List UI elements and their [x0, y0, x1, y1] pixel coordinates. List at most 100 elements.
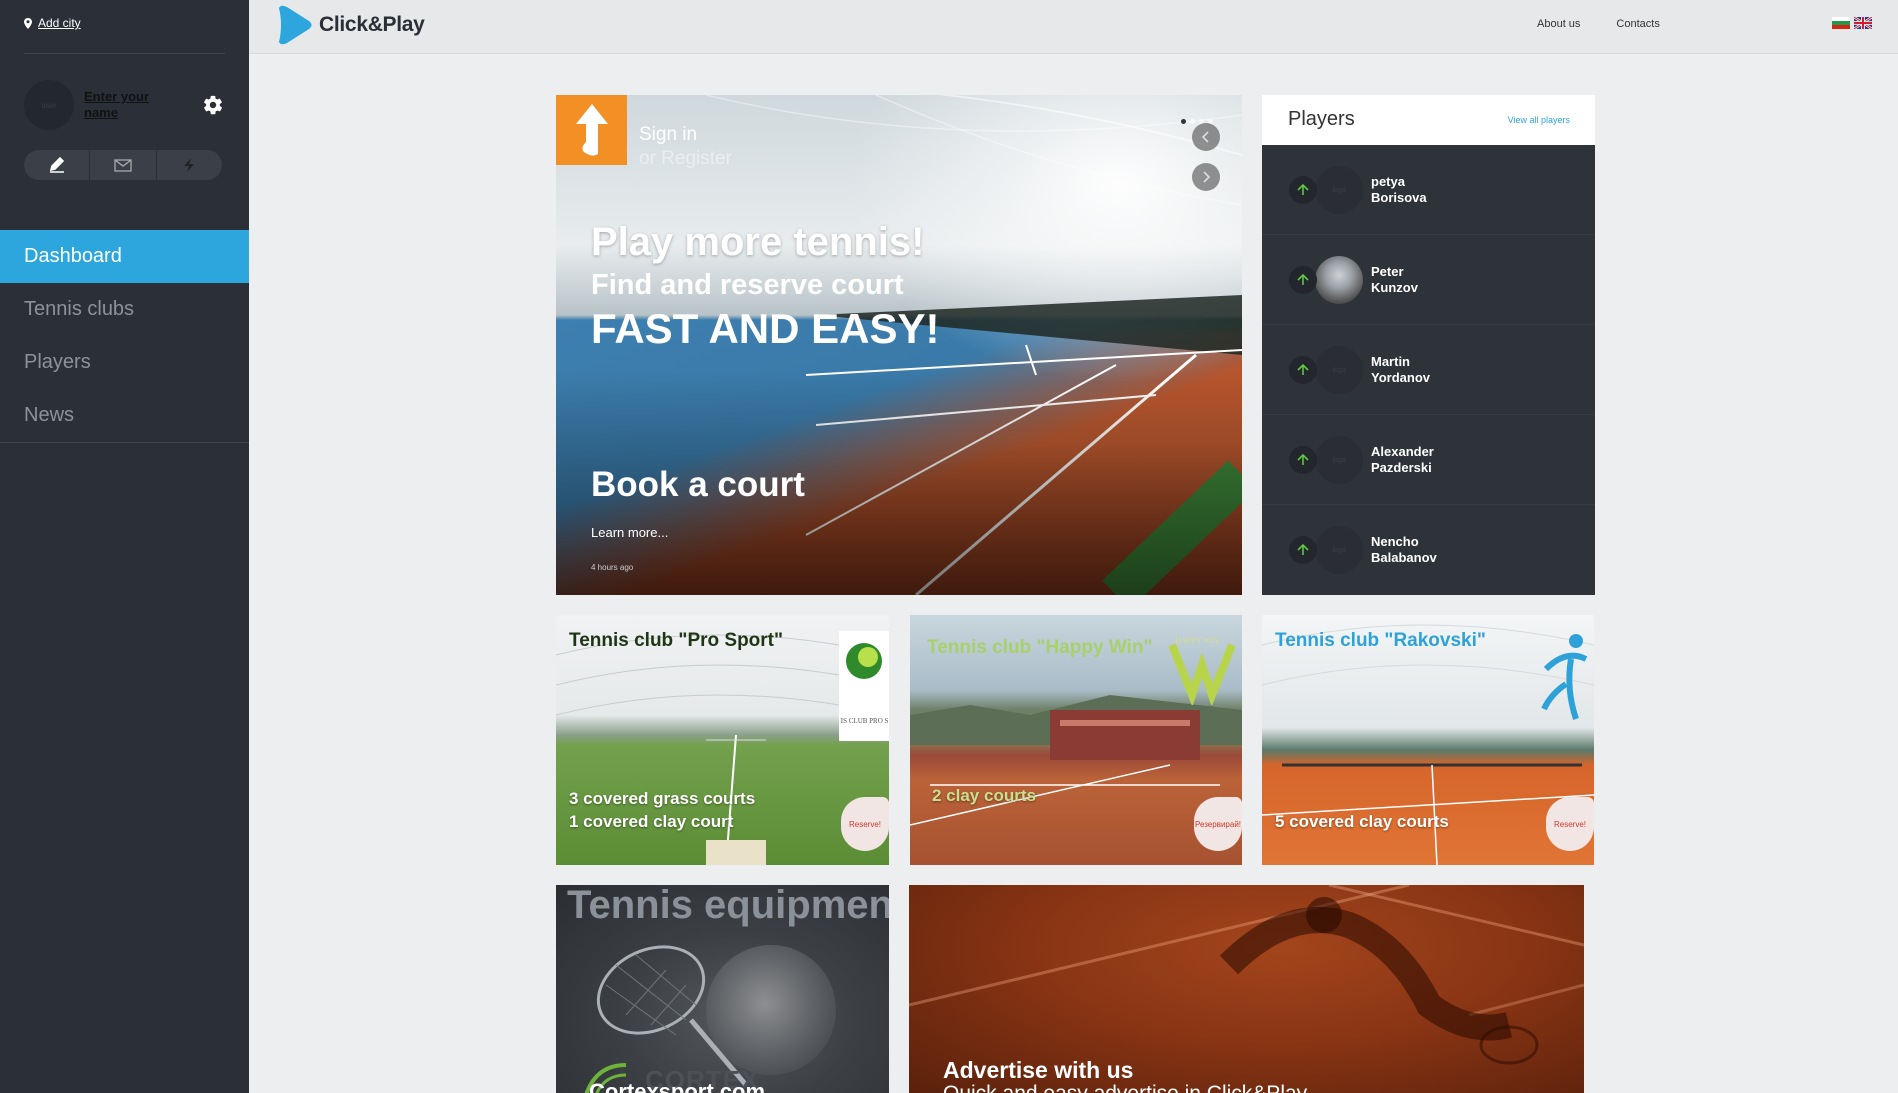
rank-up-button[interactable]	[1289, 266, 1317, 294]
mail-icon	[114, 159, 132, 172]
book-court-title[interactable]: Book a court	[591, 465, 805, 505]
sidebar-item-tennis-clubs[interactable]: Tennis clubs	[0, 283, 249, 336]
player-name[interactable]: Martin Yordanov	[1371, 354, 1430, 386]
chevron-left-icon	[1201, 131, 1209, 143]
club-courts: 3 covered grass courts 1 covered clay co…	[569, 787, 755, 833]
notifications-button[interactable]	[157, 150, 222, 180]
gear-icon[interactable]	[202, 94, 224, 116]
hero-tagline: FAST AND EASY!	[591, 305, 940, 352]
logo-text: TENNIS CLUB PRO SPORT	[840, 717, 888, 725]
view-all-players-link[interactable]: View all players	[1508, 115, 1570, 125]
player-name[interactable]: petya Borisova	[1371, 174, 1427, 206]
player-row[interactable]: logo petya Borisova	[1262, 145, 1595, 235]
player-first-name: Peter	[1371, 264, 1404, 279]
club-title[interactable]: Tennis club "Rakovski"	[1275, 630, 1486, 652]
about-us-link[interactable]: About us	[1537, 18, 1580, 30]
equipment-url[interactable]: Cortexsport.com	[589, 1079, 765, 1093]
happy-win-logo-icon: HAPPY WIN	[1168, 636, 1236, 705]
player-row[interactable]: logo Martin Yordanov	[1262, 325, 1595, 415]
rank-up-button[interactable]	[1289, 176, 1317, 204]
sign-in-link[interactable]: Sign in	[639, 123, 732, 147]
club-tile-rakovski[interactable]: Tennis club "Rakovski" 5 covered clay co…	[1262, 615, 1594, 865]
player-name[interactable]: Alexander Pazderski	[1371, 444, 1434, 476]
chevron-right-icon	[1203, 171, 1211, 183]
arrow-up-icon	[575, 104, 608, 156]
hero-banner[interactable]: Sign in or Register Play more tennis! Fi…	[556, 95, 1242, 595]
player-avatar: logo	[1315, 346, 1363, 394]
add-city[interactable]: Add city	[24, 16, 81, 30]
club-courts: 2 clay courts	[932, 784, 1036, 807]
register-link[interactable]: or Register	[639, 147, 732, 171]
bg-flag-icon[interactable]	[1832, 17, 1850, 29]
club-title[interactable]: Tennis club "Happy Win"	[927, 637, 1152, 659]
club-title[interactable]: Tennis club "Pro Sport"	[569, 630, 783, 652]
player-first-name: Alexander	[1371, 444, 1434, 459]
slider-dot[interactable]	[1190, 119, 1195, 124]
reserve-button[interactable]: Reserve!	[841, 797, 889, 851]
sign-in-button[interactable]	[556, 95, 627, 165]
player-last-name: Kunzov	[1371, 280, 1418, 295]
player-name[interactable]: Peter Kunzov	[1371, 264, 1418, 296]
club-tile-happy-win[interactable]: Tennis club "Happy Win" HAPPY WIN 2 clay…	[910, 615, 1242, 865]
edit-button[interactable]	[24, 150, 91, 180]
slider-dot[interactable]	[1181, 119, 1186, 124]
equipment-promo[interactable]: Tennis equipment CORTEX Cortexsport.com	[556, 885, 889, 1093]
player-row[interactable]: logo Alexander Pazderski	[1262, 415, 1595, 505]
advertise-promo[interactable]: Advertise with us Quick and easy adverti…	[909, 885, 1584, 1093]
brand[interactable]: Click&Play	[273, 4, 425, 46]
rank-up-button[interactable]	[1289, 446, 1317, 474]
player-first-name: Martin	[1371, 354, 1410, 369]
club-tile-pro-sport[interactable]: Tennis club "Pro Sport" TENNIS CLUB PRO …	[556, 615, 889, 865]
arrow-up-icon	[1297, 363, 1309, 375]
player-first-name: petya	[1371, 174, 1405, 189]
courts-line: 2 clay courts	[932, 786, 1036, 805]
sidebar: Add city user Enter your name Dashboard …	[0, 0, 249, 1093]
location-pin-icon	[24, 17, 32, 29]
pro-sport-logo: TENNIS CLUB PRO SPORT	[839, 631, 889, 741]
player-row[interactable]: logo Nencho Balabanov	[1262, 505, 1595, 595]
players-panel: Players View all players logo petya Boris…	[1262, 95, 1595, 595]
learn-more-link[interactable]: Learn more...	[591, 525, 668, 540]
sidebar-item-news[interactable]: News	[0, 389, 249, 442]
advertise-subtitle: Quick and easy advertise in Click&Play	[943, 1082, 1307, 1093]
courts-line: 5 covered clay courts	[1275, 812, 1449, 831]
sign-in-text[interactable]: Sign in or Register	[639, 123, 732, 171]
enter-name-link[interactable]: Enter your name	[84, 89, 174, 121]
sidebar-item-players[interactable]: Players	[0, 336, 249, 389]
uk-flag-icon[interactable]	[1854, 17, 1872, 29]
clickplay-logo-icon	[279, 5, 312, 45]
arrow-up-icon	[1297, 453, 1309, 465]
player-avatar: logo	[1315, 436, 1363, 484]
profile-action-bar	[24, 150, 222, 180]
sidebar-nav: Dashboard Tennis clubs Players News	[0, 230, 249, 443]
player-first-name: Nencho	[1371, 534, 1419, 549]
top-bar: Click&Play About us Contacts	[249, 0, 1898, 54]
rakovski-logo-icon	[1541, 634, 1588, 720]
tennis-ball-logo-icon: TENNIS CLUB PRO SPORT	[840, 643, 888, 725]
profile: user Enter your name	[24, 80, 224, 130]
player-last-name: Balabanov	[1371, 550, 1437, 565]
messages-button[interactable]	[90, 150, 157, 180]
sidebar-item-dashboard[interactable]: Dashboard	[0, 230, 249, 283]
add-city-link[interactable]: Add city	[38, 16, 81, 30]
player-name[interactable]: Nencho Balabanov	[1371, 534, 1437, 566]
reserve-button[interactable]: Reserve!	[1546, 797, 1594, 851]
avatar[interactable]: user	[24, 80, 74, 130]
player-last-name: Yordanov	[1371, 370, 1430, 385]
equipment-title: Tennis equipment	[567, 885, 889, 927]
arrow-up-icon	[1297, 273, 1309, 285]
rank-up-button[interactable]	[1289, 536, 1317, 564]
hero-subheadline: Find and reserve court	[591, 269, 904, 301]
players-header: Players View all players	[1262, 95, 1595, 145]
reserve-button[interactable]: Резервирай!	[1194, 797, 1242, 851]
contacts-link[interactable]: Contacts	[1616, 18, 1659, 30]
player-last-name: Pazderski	[1371, 460, 1432, 475]
players-title: Players	[1288, 108, 1355, 130]
slider-prev-button[interactable]	[1192, 123, 1220, 151]
top-links: About us Contacts	[1537, 18, 1660, 30]
edit-icon	[49, 157, 64, 173]
slider-next-button[interactable]	[1192, 163, 1220, 191]
courts-line: 3 covered grass courts	[569, 789, 756, 808]
rank-up-button[interactable]	[1289, 356, 1317, 384]
player-row[interactable]: Peter Kunzov	[1262, 235, 1595, 325]
